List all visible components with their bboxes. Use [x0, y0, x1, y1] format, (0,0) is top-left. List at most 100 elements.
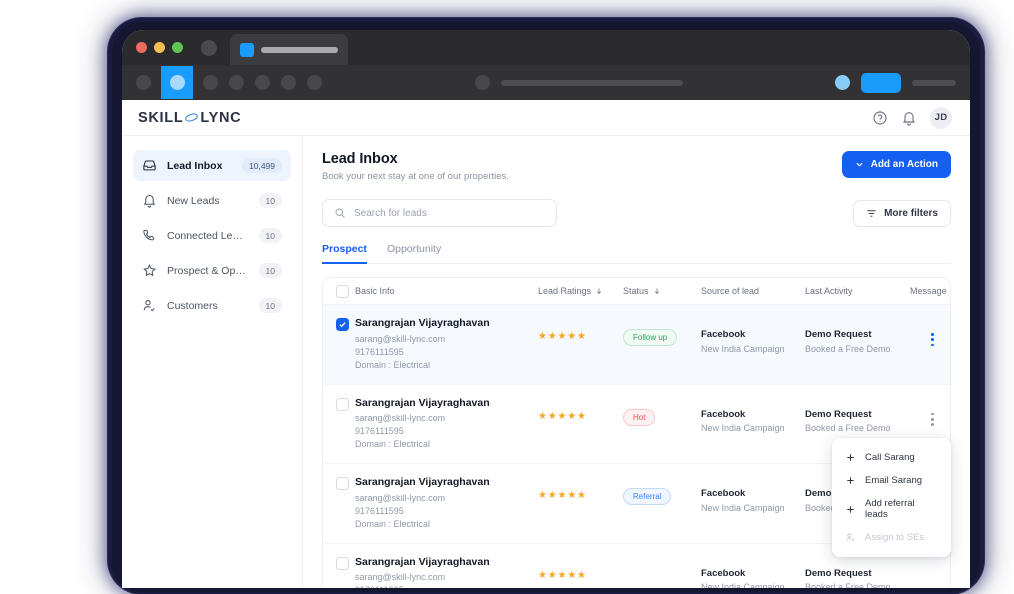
activity-detail: Booked a Free Demo — [805, 423, 891, 434]
column-header-message: Message — [910, 286, 947, 296]
source-name: Facebook — [701, 567, 746, 579]
sidebar-item-badge: 10 — [258, 263, 282, 278]
toolbar-icon-7[interactable] — [307, 75, 322, 90]
lead-phone: 9176111595 — [355, 346, 404, 357]
lead-status-cell: Referral — [623, 476, 701, 506]
column-header-status[interactable]: Status — [623, 286, 701, 296]
browser-titlebar — [122, 30, 970, 65]
table-header-row: Basic Info Lead Ratings Status Source of… — [323, 278, 950, 305]
lead-email: sarang@skill-lync.com — [355, 333, 446, 344]
brand-text-left: SKILL — [138, 109, 184, 126]
activity-detail: Booked a Free Demo — [805, 343, 891, 354]
home-button-icon[interactable] — [229, 75, 244, 90]
device-screen: SKILL LYNC JD Lead Inbox 10,499 New Lead… — [122, 30, 970, 588]
row-select-cell — [323, 317, 355, 331]
lead-domain: Domain : Electrical — [355, 439, 431, 450]
search-icon — [335, 208, 345, 218]
column-header-basic-info: Basic Info — [355, 286, 395, 296]
minimize-window-button[interactable] — [154, 42, 165, 53]
filter-icon — [867, 209, 876, 217]
forward-button-icon[interactable] — [161, 66, 193, 99]
address-bar[interactable] — [500, 79, 683, 86]
source-campaign: New India Campaign — [701, 502, 785, 513]
source-name: Facebook — [701, 408, 746, 420]
context-menu-item-add-referral-leads[interactable]: Add referral leads — [832, 492, 951, 526]
toolbar-icon-6[interactable] — [281, 75, 296, 90]
browser-toolbar — [122, 65, 970, 100]
brand-text-right: LYNC — [200, 109, 242, 126]
tab-prospect[interactable]: Prospect — [322, 243, 367, 264]
sidebar-item-customers[interactable]: Customers 10 — [133, 290, 291, 321]
page-title: Lead Inbox — [322, 151, 398, 167]
column-header-label: Lead Ratings — [538, 286, 592, 296]
status-badge: Referral — [623, 488, 672, 506]
context-menu-item-email-sarang[interactable]: Email Sarang — [832, 469, 951, 492]
sort-down-icon — [596, 288, 602, 295]
row-checkbox[interactable] — [336, 477, 349, 491]
lead-rating-cell: ★★★★★ — [538, 476, 623, 501]
column-header-last-activity: Last Activity — [805, 286, 853, 296]
context-menu-item-call-sarang[interactable]: Call Sarang — [832, 446, 951, 469]
star-rating: ★★★★★ — [538, 331, 587, 342]
toolbar-overflow-placeholder[interactable] — [912, 79, 956, 86]
lead-name: Sarangrajan Vijayraghavan — [355, 396, 490, 409]
bell-icon[interactable] — [901, 110, 917, 126]
row-checkbox[interactable] — [336, 556, 349, 570]
sidebar-item-label: New Leads — [167, 194, 220, 207]
search-row: More filters — [322, 199, 951, 227]
check-icon — [339, 322, 346, 328]
lead-source-cell: Facebook New India Campaign — [701, 476, 805, 513]
select-all-checkbox[interactable] — [336, 285, 349, 298]
lead-name: Sarangrajan Vijayraghavan — [355, 317, 490, 329]
row-actions-context-menu: Call Sarang Email Sarang Add referral le… — [832, 438, 951, 557]
column-header-label: Status — [623, 286, 649, 296]
plus-icon — [847, 477, 854, 484]
lead-message-cell — [910, 397, 950, 428]
column-header-lead-ratings[interactable]: Lead Ratings — [538, 286, 623, 296]
row-checkbox[interactable] — [336, 318, 349, 331]
status-badge: Follow up — [623, 329, 678, 346]
source-name: Facebook — [701, 488, 746, 500]
select-all-cell — [323, 284, 355, 298]
sidebar-item-prospect-opportunity[interactable]: Prospect & Opport... 10 — [133, 255, 291, 286]
app-header: SKILL LYNC JD — [122, 100, 970, 136]
sidebar-item-lead-inbox[interactable]: Lead Inbox 10,499 — [133, 150, 291, 181]
lead-phone: 9176111595 — [355, 426, 404, 437]
extension-icon[interactable] — [835, 75, 850, 90]
table-row[interactable]: Sarangrajan Vijayraghavan sarang@skill-l… — [323, 305, 950, 385]
question-circle-icon[interactable] — [872, 110, 888, 126]
row-select-cell — [323, 397, 355, 411]
close-window-button[interactable] — [136, 42, 147, 53]
maximize-window-button[interactable] — [172, 42, 183, 53]
sidebar-item-label: Prospect & Opport... — [167, 264, 249, 277]
toolbar-icon-5[interactable] — [255, 75, 270, 90]
sidebar-item-connected-leads[interactable]: Connected Leads 10 — [133, 220, 291, 251]
add-an-action-button[interactable]: Add an Action — [841, 151, 951, 178]
lead-domain: Domain : Electrical — [355, 518, 431, 529]
back-button-icon[interactable] — [136, 75, 151, 90]
search-box[interactable] — [322, 199, 557, 227]
sidebar-item-label: Customers — [167, 299, 218, 312]
sidebar-item-new-leads[interactable]: New Leads 10 — [133, 185, 291, 216]
more-filters-button[interactable]: More filters — [853, 199, 951, 227]
skill-lync-logo[interactable]: SKILL LYNC — [138, 110, 241, 126]
traffic-lights — [136, 42, 183, 53]
avatar[interactable]: JD — [930, 106, 952, 129]
sidebar-item-badge: 10 — [258, 228, 282, 243]
row-actions-menu-button[interactable] — [929, 331, 936, 348]
lead-basic-info: Sarangrajan Vijayraghavan sarang@skill-l… — [355, 317, 538, 372]
add-an-action-label: Add an Action — [870, 159, 938, 170]
tab-opportunity[interactable]: Opportunity — [387, 243, 441, 264]
lead-details: sarang@skill-lync.com 9176111595 Domain … — [355, 412, 538, 451]
sidebar-toggle-icon[interactable] — [201, 39, 217, 56]
browser-tab[interactable] — [230, 34, 348, 65]
lead-details: sarang@skill-lync.com 9176111595 Domain … — [355, 571, 538, 588]
reload-button-icon[interactable] — [203, 75, 218, 90]
row-actions-menu-button[interactable] — [929, 411, 936, 428]
search-input[interactable] — [354, 207, 545, 219]
row-checkbox[interactable] — [336, 397, 349, 411]
address-bar-icon[interactable] — [474, 75, 490, 90]
profile-button[interactable] — [861, 72, 901, 93]
sidebar-item-label: Lead Inbox — [167, 159, 223, 172]
lead-basic-info: Sarangrajan Vijayraghavan sarang@skill-l… — [355, 397, 538, 452]
